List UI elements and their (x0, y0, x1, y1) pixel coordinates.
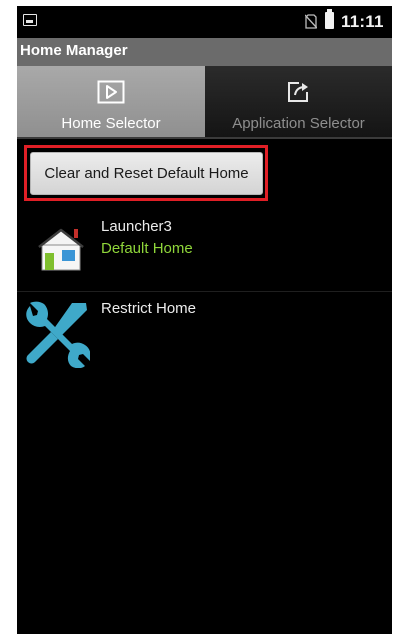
tab-application-selector[interactable]: Application Selector (205, 66, 392, 138)
status-bar: 11:11 (17, 6, 392, 36)
app-list-item-restrict-home[interactable]: Restrict Home (17, 292, 392, 372)
tab-home-selector[interactable]: Home Selector (17, 66, 205, 138)
app-name-restrict-home: Restrict Home (101, 300, 197, 317)
image-notification-icon (23, 14, 37, 26)
status-time: 11:11 (341, 12, 384, 31)
tab-bar: Home Selector Application Selector (17, 66, 392, 138)
app-name-launcher3: Launcher3 (101, 218, 172, 235)
no-sim-icon (305, 14, 317, 29)
house-icon (38, 228, 84, 271)
device-screen: 11:11 Home Manager Home Selector Applica… (17, 6, 392, 634)
app-title: Home Manager (20, 42, 128, 59)
app-list-item-launcher3[interactable]: Launcher3 Default Home (17, 211, 392, 291)
tab-application-selector-label: Application Selector (232, 115, 365, 132)
play-box-icon (97, 80, 125, 104)
share-arrow-icon (287, 82, 308, 102)
tab-divider (17, 137, 392, 139)
battery-icon (325, 9, 334, 29)
default-home-label: Default Home (101, 240, 193, 257)
app-title-bar: Home Manager (17, 38, 392, 66)
tab-home-selector-label: Home Selector (61, 115, 161, 132)
clear-reset-default-home-button[interactable]: Clear and Reset Default Home (30, 152, 263, 195)
tools-icon (26, 301, 90, 368)
